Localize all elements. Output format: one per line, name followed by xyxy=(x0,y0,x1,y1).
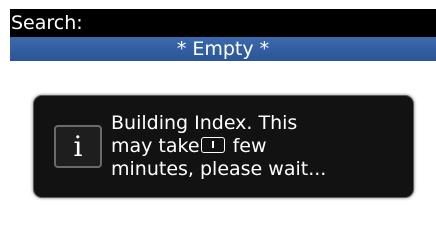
info-icon: i xyxy=(54,125,102,168)
search-label: Search: xyxy=(11,12,83,34)
message-line-2-end: few xyxy=(226,135,267,157)
dialog-message: Building Index. This may take few minute… xyxy=(111,112,401,181)
info-icon-glyph: i xyxy=(73,130,83,163)
cursor-icon xyxy=(200,137,225,153)
empty-list-label: * Empty * xyxy=(176,38,270,60)
message-line-2-start: may take xyxy=(111,135,200,157)
search-field[interactable]: Search: xyxy=(10,9,436,37)
message-line-1: Building Index. This xyxy=(111,112,298,134)
message-line-3: minutes, please wait... xyxy=(111,158,327,180)
empty-list-header: * Empty * xyxy=(10,37,436,61)
building-index-dialog: i Building Index. This may take few minu… xyxy=(33,95,414,198)
message-line-2: may take few xyxy=(111,135,401,158)
